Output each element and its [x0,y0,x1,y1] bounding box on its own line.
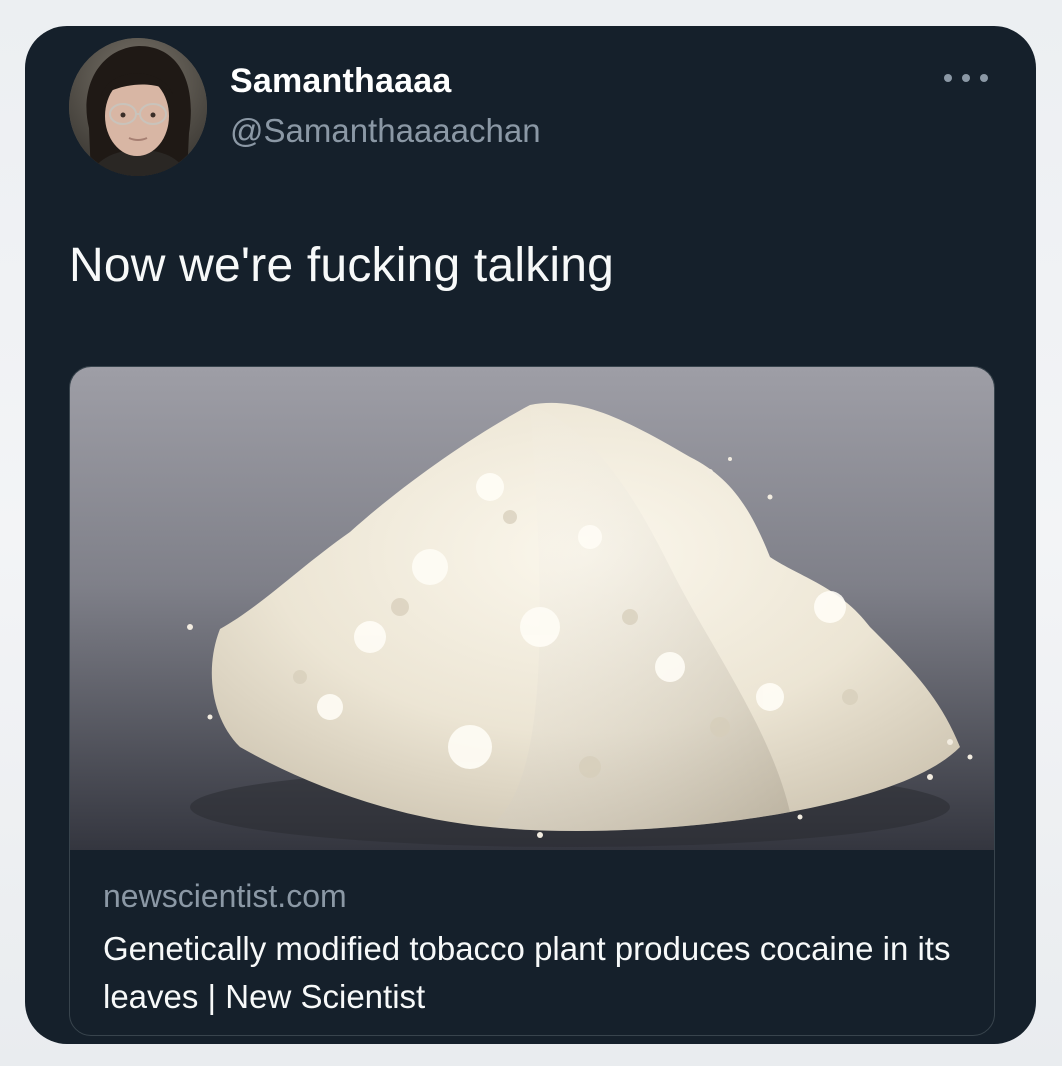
more-horizontal-icon [944,74,952,82]
avatar[interactable] [69,38,207,176]
link-title[interactable]: Genetically modified tobacco plant produ… [103,925,963,1021]
display-name[interactable]: Samanthaaaa [230,62,451,101]
avatar-photo [69,38,207,176]
link-preview-image [70,367,994,850]
user-handle[interactable]: @Samanthaaaachan [230,112,541,150]
more-options-button[interactable] [944,66,988,90]
link-preview-card[interactable]: newscientist.com Genetically modified to… [69,366,995,1036]
tweet-card[interactable]: Samanthaaaa @Samanthaaaachan Now we're f… [25,26,1036,1044]
tweet-text: Now we're fucking talking [69,239,615,292]
link-domain: newscientist.com [103,878,347,914]
